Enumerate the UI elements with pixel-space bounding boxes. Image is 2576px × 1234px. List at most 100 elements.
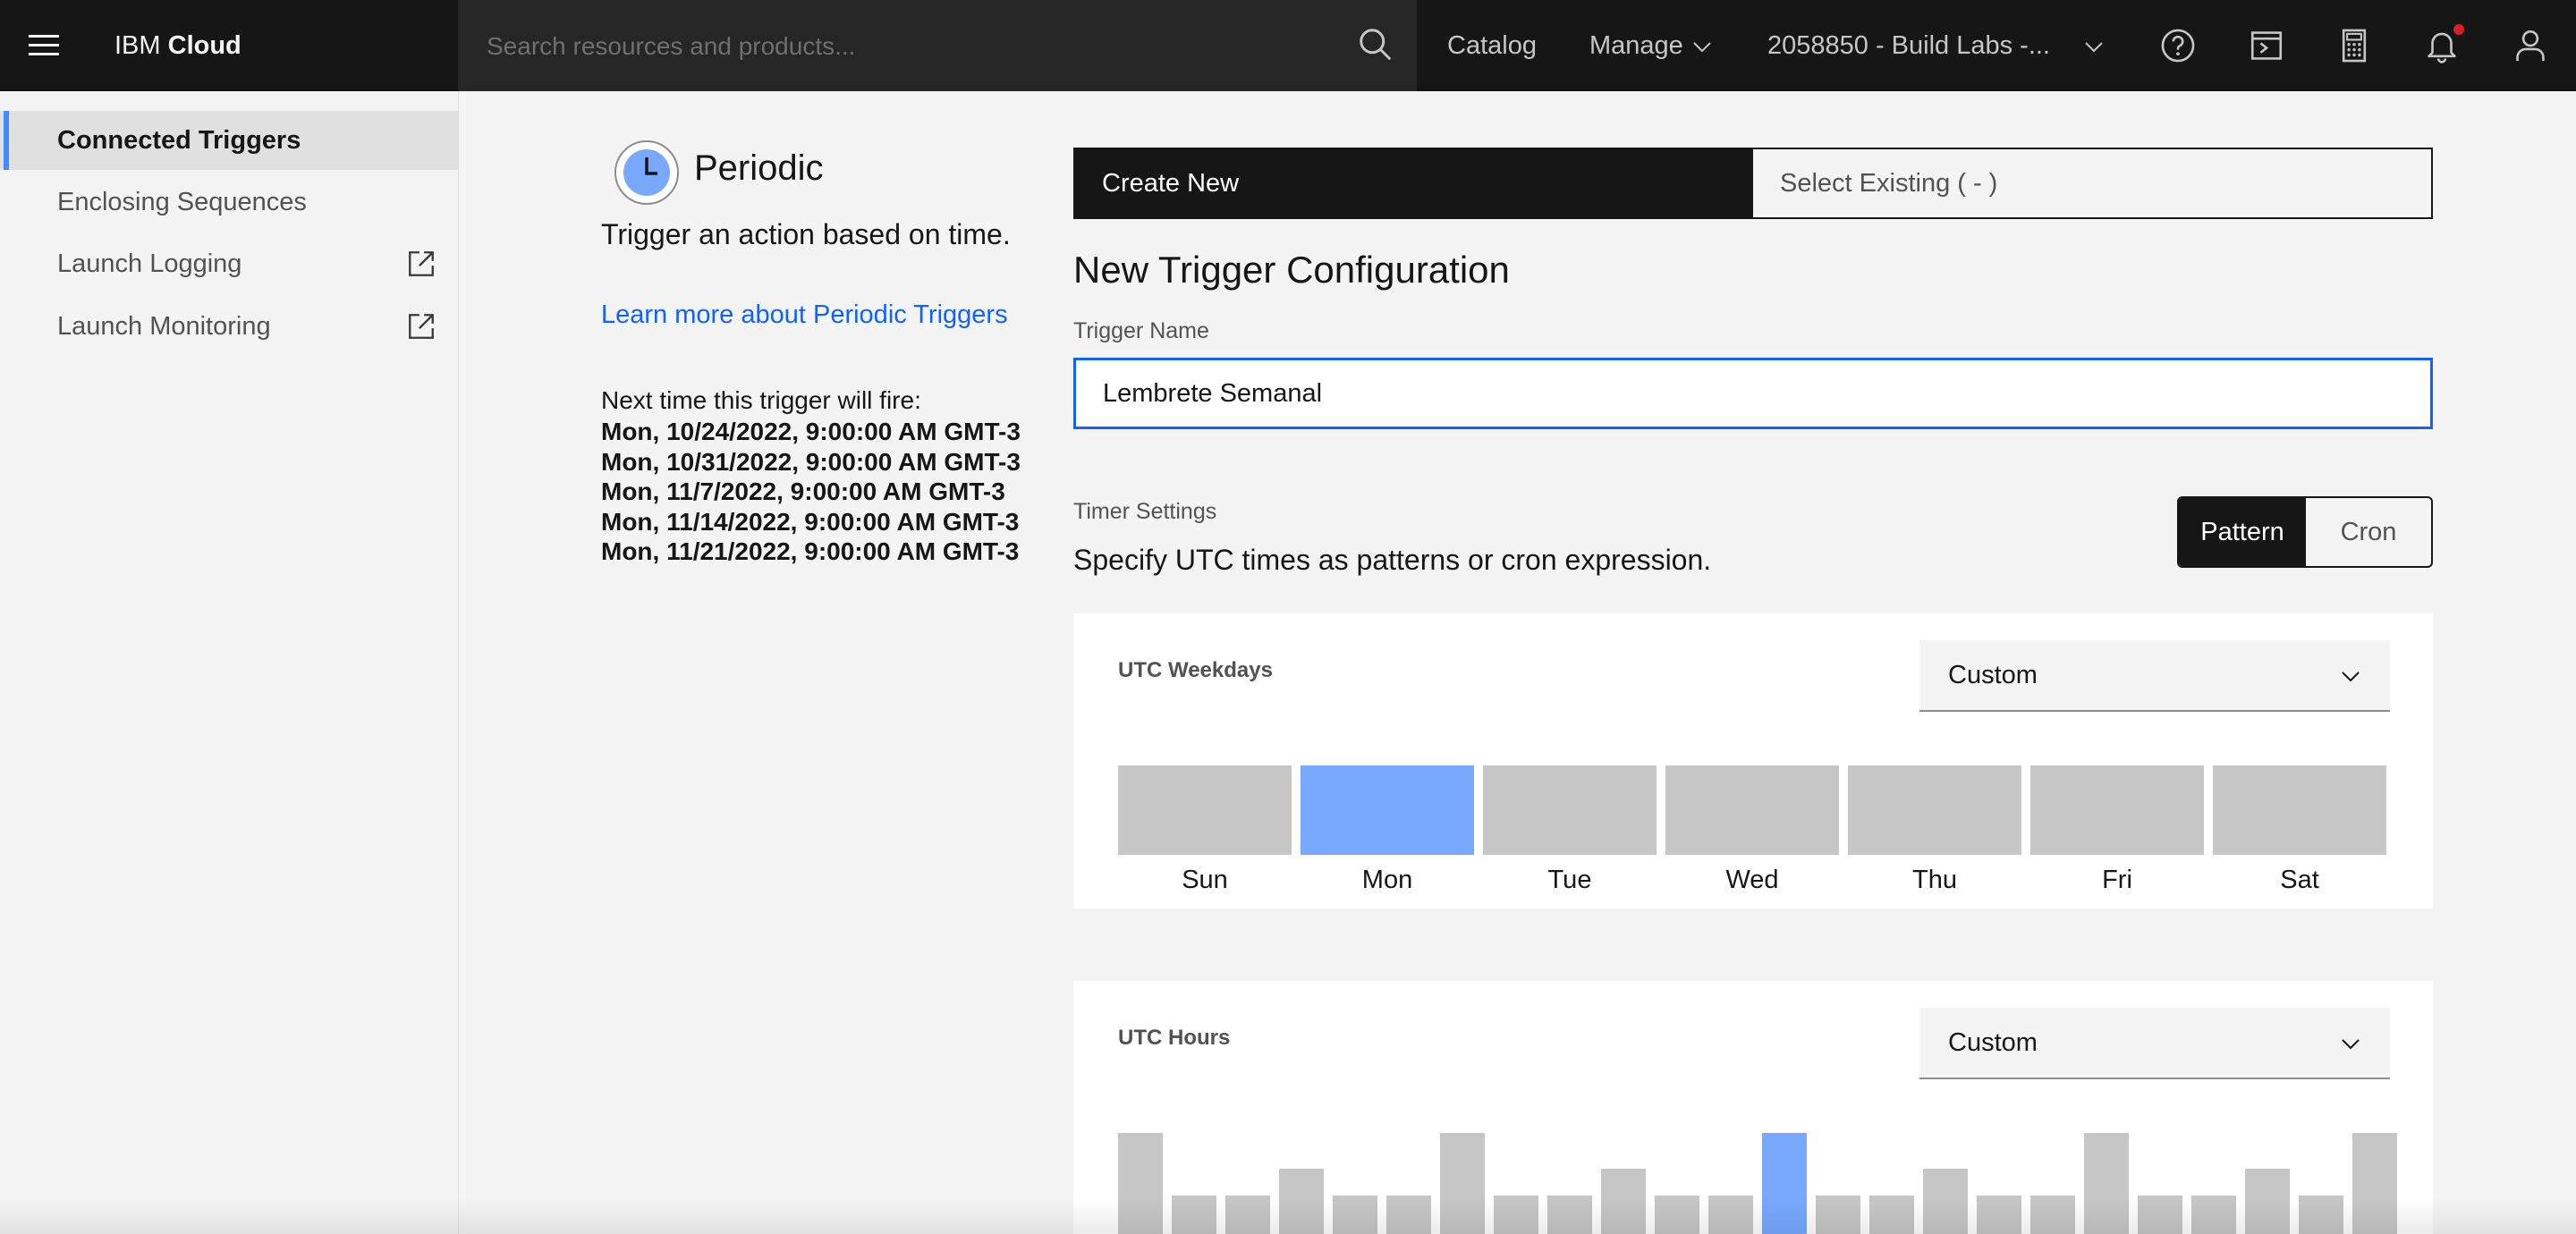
launch-icon <box>409 251 434 276</box>
weekday-label: Fri <box>2102 866 2132 894</box>
sidebar-item-launch-logging[interactable]: Launch Logging <box>0 234 458 293</box>
weekday-label: Tue <box>1547 866 1592 894</box>
next-fire-time: Mon, 10/31/2022, 9:00:00 AM GMT-3 <box>601 447 1021 476</box>
hour-toggle-15[interactable] <box>1923 1169 1968 1234</box>
weekdays-dropdown[interactable]: Custom <box>1919 640 2390 712</box>
sidebar-item-enclosing-sequences[interactable]: Enclosing Sequences <box>0 173 458 232</box>
sidebar-item-connected-triggers[interactable]: Connected Triggers <box>0 111 458 170</box>
catalog-link[interactable]: Catalog <box>1447 0 1537 91</box>
trigger-type-title: Periodic <box>694 148 824 188</box>
help-icon[interactable] <box>2159 27 2197 64</box>
weekday-label: Mon <box>1361 866 1413 894</box>
search-input[interactable] <box>485 23 1329 70</box>
next-fire-time: Mon, 11/14/2022, 9:00:00 AM GMT-3 <box>601 507 1020 536</box>
weekday-toggle-sun[interactable] <box>1118 765 1292 855</box>
manage-menu[interactable]: Manage <box>1589 0 1683 91</box>
hour-toggle-0[interactable] <box>1118 1133 1163 1234</box>
hour-toggle-10[interactable] <box>1655 1196 1699 1234</box>
trigger-name-input[interactable] <box>1073 358 2433 429</box>
pattern-option[interactable]: Pattern <box>2179 498 2306 566</box>
trigger-type-description: Trigger an action based on time. <box>601 218 1011 250</box>
hour-toggle-4[interactable] <box>1333 1196 1377 1234</box>
hour-toggle-1[interactable] <box>1172 1196 1216 1234</box>
chevron-down-icon <box>2342 672 2360 682</box>
active-indicator <box>4 111 9 170</box>
next-fire-time: Mon, 11/7/2022, 9:00:00 AM GMT-3 <box>601 478 1005 505</box>
weekday-toggle-thu[interactable] <box>1848 765 2021 855</box>
sidebar-item-label: Enclosing Sequences <box>57 188 307 216</box>
weekday-toggle-fri[interactable] <box>2030 765 2204 855</box>
chevron-down-icon[interactable] <box>2083 36 2105 57</box>
weekday-toggle-sat[interactable] <box>2213 765 2386 855</box>
account-switcher[interactable]: 2058850 - Build Labs -... <box>1767 0 2050 91</box>
cron-option[interactable]: Cron <box>2306 498 2431 566</box>
hour-toggle-5[interactable] <box>1386 1196 1431 1234</box>
hour-toggle-16[interactable] <box>1977 1196 2021 1234</box>
weekday-label: Sun <box>1182 866 1228 894</box>
sidebar-item-label: Launch Monitoring <box>57 312 271 341</box>
weekdays-dropdown-value: Custom <box>1948 661 2038 689</box>
next-fire-list: Mon, 10/24/2022, 9:00:00 AM GMT-3 Mon, 1… <box>601 417 1021 567</box>
hour-toggle-3[interactable] <box>1279 1169 1324 1234</box>
user-icon[interactable] <box>2512 27 2549 64</box>
hour-toggle-21[interactable] <box>2245 1169 2290 1234</box>
search-bar <box>458 0 1417 91</box>
hour-toggle-18[interactable] <box>2084 1133 2129 1234</box>
hour-toggle-7[interactable] <box>1494 1196 1538 1234</box>
weekday-toggle-mon[interactable] <box>1301 765 1474 855</box>
menu-icon[interactable] <box>16 16 75 75</box>
hour-toggle-14[interactable] <box>1869 1196 1914 1234</box>
cost-estimator-icon[interactable] <box>2335 27 2373 64</box>
utc-hours-title: UTC Hours <box>1118 1026 1231 1050</box>
sidebar-item-label: Connected Triggers <box>57 126 301 155</box>
search-icon[interactable] <box>1358 27 1394 63</box>
hour-toggle-23[interactable] <box>2352 1133 2397 1234</box>
utc-hours-card: UTC Hours Custom <box>1073 981 2433 1234</box>
hour-toggle-6[interactable] <box>1440 1133 1485 1234</box>
next-fire-label: Next time this trigger will fire: <box>601 386 921 414</box>
clock-icon <box>614 140 679 205</box>
hour-toggle-22[interactable] <box>2299 1196 2343 1234</box>
timer-settings-description: Specify UTC times as patterns or cron ex… <box>1073 544 1712 576</box>
brand-prefix: IBM <box>114 31 161 60</box>
sidebar-item-label: Launch Logging <box>57 249 242 278</box>
brand-name: Cloud <box>167 31 242 60</box>
hours-dropdown-value: Custom <box>1948 1028 2038 1057</box>
hour-toggle-19[interactable] <box>2138 1196 2182 1234</box>
hour-toggle-9[interactable] <box>1601 1169 1646 1234</box>
next-fire-time: Mon, 11/21/2022, 9:00:00 AM GMT-3 <box>601 537 1020 565</box>
hour-toggle-8[interactable] <box>1547 1196 1592 1234</box>
weekday-label: Sat <box>2280 866 2319 894</box>
chevron-down-icon[interactable] <box>1691 36 1713 57</box>
hour-toggle-17[interactable] <box>2030 1196 2075 1234</box>
launch-icon <box>409 314 434 339</box>
hours-dropdown[interactable]: Custom <box>1919 1008 2390 1079</box>
next-fire-time: Mon, 10/24/2022, 9:00:00 AM GMT-3 <box>601 418 1021 445</box>
cloud-shell-icon[interactable] <box>2248 27 2285 64</box>
timer-settings-label: Timer Settings <box>1073 499 1217 524</box>
sidebar: Connected Triggers Enclosing Sequences L… <box>0 91 459 1234</box>
hour-toggle-12[interactable] <box>1762 1133 1807 1234</box>
brand-logo[interactable]: IBM Cloud <box>114 0 242 91</box>
utc-weekdays-card: UTC Weekdays Custom Sun Mon Tue Wed Thu … <box>1073 613 2433 909</box>
top-header: IBM Cloud Catalog Manage 2058850 - Build… <box>0 0 2576 91</box>
utc-weekdays-title: UTC Weekdays <box>1118 658 1273 682</box>
section-title: New Trigger Configuration <box>1073 249 1510 291</box>
weekday-toggle-tue[interactable] <box>1483 765 1657 855</box>
weekday-toggle-wed[interactable] <box>1665 765 1839 855</box>
notification-badge <box>2453 24 2464 35</box>
hour-toggle-11[interactable] <box>1708 1196 1753 1234</box>
chevron-down-icon <box>2342 1039 2360 1050</box>
hour-toggle-20[interactable] <box>2191 1196 2236 1234</box>
hour-toggle-13[interactable] <box>1816 1196 1860 1234</box>
timer-mode-toggle: Pattern Cron <box>2177 496 2433 568</box>
weekday-label: Thu <box>1912 866 1957 894</box>
learn-more-link[interactable]: Learn more about Periodic Triggers <box>601 300 1008 330</box>
tab-create-new[interactable]: Create New <box>1075 149 1753 217</box>
tab-select-existing[interactable]: Select Existing ( - ) <box>1753 149 2431 217</box>
create-mode-switcher: Create New Select Existing ( - ) <box>1073 148 2433 219</box>
sidebar-item-launch-monitoring[interactable]: Launch Monitoring <box>0 297 458 356</box>
weekday-label: Wed <box>1725 866 1779 894</box>
hour-toggle-2[interactable] <box>1225 1196 1270 1234</box>
trigger-name-label: Trigger Name <box>1073 318 1209 343</box>
